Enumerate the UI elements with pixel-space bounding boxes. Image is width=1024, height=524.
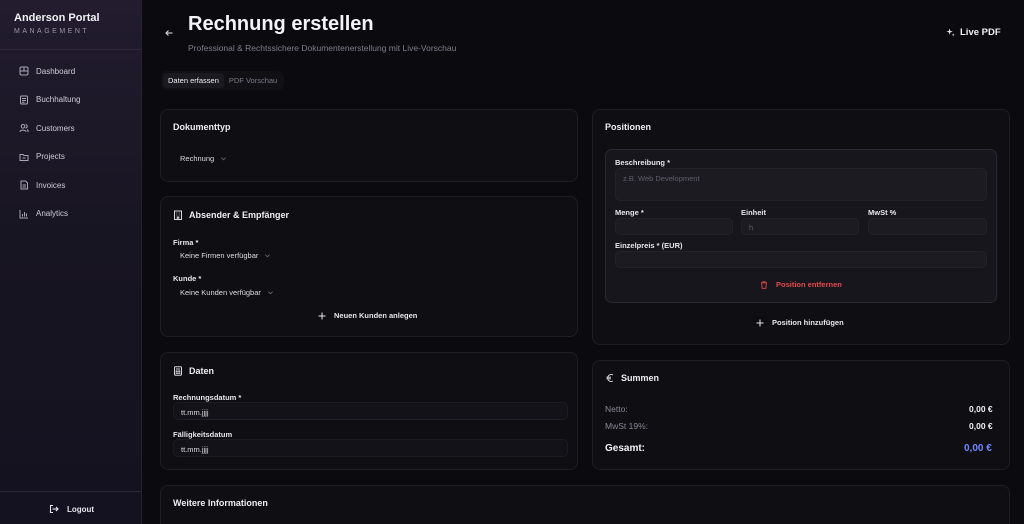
remove-position-label: Position entfernen [776, 280, 842, 289]
due-date-input[interactable]: tt.mm.jjjj [173, 439, 568, 457]
page-title: Rechnung erstellen [188, 13, 374, 35]
sidebar-divider [0, 491, 141, 492]
tab-bar: Daten erfassen PDF Vorschau [161, 71, 285, 90]
description-input[interactable]: z.B. Web Development [615, 168, 987, 201]
kunde-select[interactable]: Keine Kunden verfügbar [180, 288, 274, 297]
firma-value: Keine Firmen verfügbar [180, 251, 259, 260]
dates-title-text: Daten [189, 366, 215, 376]
vat-select[interactable] [868, 218, 987, 235]
sidebar-item-analytics[interactable]: Analytics [0, 205, 141, 223]
net-label: Netto: [605, 404, 628, 414]
sidebar-item-dashboard[interactable]: Dashboard [0, 62, 141, 80]
logout-button[interactable]: Logout [49, 504, 94, 514]
parties-title: Absender & Empfänger [173, 210, 289, 220]
document-type-title: Dokumenttyp [173, 122, 231, 132]
sidebar-item-customers[interactable]: Customers [0, 119, 141, 137]
totals-title-text: Summen [621, 373, 660, 383]
unit-label: Einheit [741, 208, 767, 217]
due-date-value: tt.mm.jjjj [181, 445, 209, 454]
dates-title: Daten [173, 366, 214, 376]
remove-position-button[interactable]: Position entfernen [760, 280, 842, 289]
tab-pdf-vorschau[interactable]: PDF Vorschau [224, 73, 282, 88]
firma-label: Firma * [173, 238, 199, 247]
brand-title: Anderson Portal [14, 12, 100, 24]
kunde-label: Kunde * [173, 274, 202, 283]
firma-select[interactable]: Keine Firmen verfügbar [180, 251, 271, 260]
kunde-value: Keine Kunden verfügbar [180, 288, 261, 297]
new-customer-button[interactable]: Neuen Kunden anlegen [318, 311, 417, 320]
unit-price-label: Einzelpreis * (EUR) [615, 241, 683, 250]
unit-input[interactable]: h [741, 218, 859, 235]
euro-icon [606, 374, 614, 382]
new-customer-label: Neuen Kunden anlegen [334, 311, 418, 320]
plus-icon [318, 312, 326, 319]
grand-total-label: Gesamt: [605, 443, 646, 454]
users-icon [19, 124, 29, 133]
due-date-label: Fälligkeitsdatum [173, 430, 233, 439]
quantity-label: Menge * [615, 208, 644, 217]
parties-title-text: Absender & Empfänger [189, 210, 290, 220]
unit-price-input[interactable] [615, 251, 987, 268]
sidebar-item-invoices[interactable]: Invoices [0, 176, 141, 194]
sidebar: Anderson Portal MANAGEMENT Dashboard Buc… [0, 0, 142, 524]
logout-label: Logout [67, 504, 95, 514]
sidebar-item-buchhaltung[interactable]: Buchhaltung [0, 91, 141, 109]
invoice-date-label: Rechnungsdatum * [173, 393, 242, 402]
live-pdf-label: Live PDF [960, 27, 1001, 38]
document-type-card [160, 109, 578, 182]
invoice-date-value: tt.mm.jjjj [181, 408, 209, 417]
totals-title: Summen [605, 373, 659, 383]
description-label: Beschreibung * [615, 158, 671, 167]
trash-icon [761, 280, 767, 289]
sidebar-item-label: Invoices [36, 180, 66, 190]
plus-icon [756, 319, 764, 326]
sidebar-item-label: Dashboard [36, 66, 76, 76]
chevron-down-icon [265, 254, 271, 258]
sidebar-divider [0, 49, 141, 50]
page-subtitle: Professional & Rechtssichere Dokumentene… [188, 43, 457, 53]
vat-total-value: 0,00 € [969, 421, 993, 431]
chevron-down-icon [267, 291, 273, 295]
sidebar-nav: Dashboard Buchhaltung Customers Projects… [0, 62, 141, 234]
more-info-title: Weitere Informationen [173, 498, 268, 508]
sidebar-item-label: Buchhaltung [36, 95, 81, 105]
quantity-input[interactable] [615, 218, 733, 235]
brand: Anderson Portal MANAGEMENT [14, 12, 100, 35]
add-position-button[interactable]: Position hinzufügen [756, 318, 844, 327]
document-type-value: Rechnung [180, 154, 215, 163]
vat-total-label: MwSt 19%: [605, 421, 648, 431]
tab-daten-erfassen[interactable]: Daten erfassen [163, 73, 224, 88]
grand-total-value: 0,00 € [964, 443, 992, 454]
vat-label: MwSt % [868, 208, 897, 217]
sidebar-item-label: Projects [36, 152, 65, 162]
sidebar-item-projects[interactable]: Projects [0, 148, 141, 166]
add-position-label: Position hinzufügen [772, 318, 844, 327]
unit-placeholder: h [749, 223, 754, 232]
more-info-card [160, 485, 1010, 524]
sidebar-item-label: Customers [36, 123, 75, 133]
invoice-date-input[interactable]: tt.mm.jjjj [173, 402, 568, 420]
calculator-icon [174, 366, 182, 376]
back-arrow-icon[interactable] [164, 28, 174, 38]
logout-icon [49, 504, 59, 514]
brand-subtitle: MANAGEMENT [14, 28, 90, 35]
folder-icon [19, 153, 29, 161]
grid-icon [19, 66, 29, 76]
sidebar-item-label: Analytics [36, 209, 69, 219]
building-icon [174, 210, 182, 220]
document-type-select[interactable]: Rechnung [180, 154, 227, 163]
net-value: 0,00 € [969, 404, 993, 414]
sparkle-icon [946, 28, 955, 37]
description-placeholder: z.B. Web Development [623, 174, 700, 183]
positions-title: Positionen [605, 122, 652, 132]
invoice-icon [20, 180, 28, 190]
live-pdf-button[interactable]: Live PDF [946, 27, 1001, 38]
document-icon [20, 95, 28, 105]
chevron-down-icon [221, 157, 227, 161]
chart-icon [19, 209, 28, 219]
